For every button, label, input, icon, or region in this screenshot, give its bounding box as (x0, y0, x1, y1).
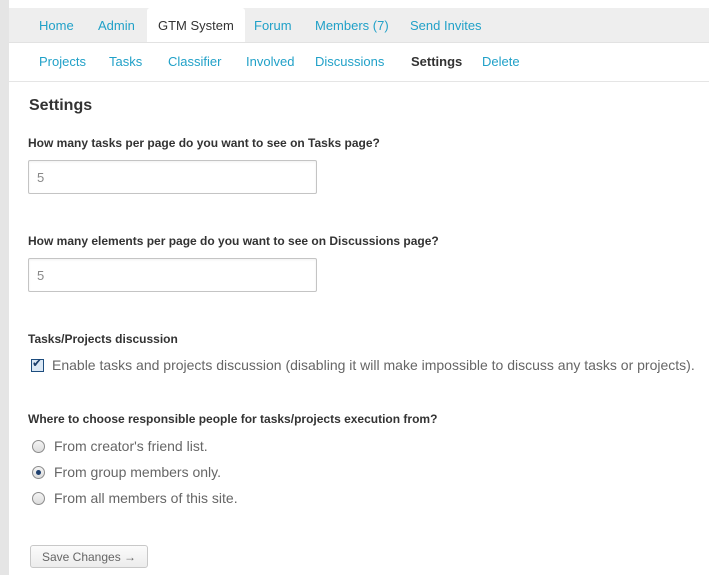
discussion-section-label: Tasks/Projects discussion (28, 332, 178, 346)
option-group-members-radio[interactable] (32, 465, 45, 479)
checkmark-icon: ✔ (32, 355, 43, 370)
save-changes-button[interactable]: Save Changes → (30, 545, 148, 568)
top-nav: Home Admin GTM System Forum Members (7) … (9, 8, 709, 43)
top-nav-admin[interactable]: Admin (98, 8, 135, 42)
sub-nav-classifier[interactable]: Classifier (168, 43, 221, 81)
option-creator-friends-radio[interactable] (32, 439, 45, 453)
sub-nav-discussions[interactable]: Discussions (315, 43, 384, 81)
sub-nav-projects[interactable]: Projects (39, 43, 86, 81)
responsible-section-label: Where to choose responsible people for t… (28, 412, 438, 426)
enable-discussion-row: ✔ Enable tasks and projects discussion (… (31, 355, 695, 373)
tasks-per-page-label: How many tasks per page do you want to s… (28, 136, 380, 150)
enable-discussion-checkbox[interactable]: ✔ (31, 355, 44, 372)
discussions-per-page-label: How many elements per page do you want t… (28, 234, 439, 248)
sub-nav-delete[interactable]: Delete (482, 43, 520, 81)
tasks-per-page-input[interactable] (28, 160, 317, 194)
left-border-strip (0, 0, 9, 575)
option-group-members-label[interactable]: From group members only. (54, 464, 221, 480)
top-nav-members[interactable]: Members (7) (315, 8, 389, 42)
top-nav-forum[interactable]: Forum (254, 8, 292, 42)
option-creator-friends-row: From creator's friend list. (32, 438, 208, 454)
enable-discussion-label[interactable]: Enable tasks and projects discussion (di… (52, 357, 695, 373)
top-nav-send-invites[interactable]: Send Invites (410, 8, 482, 42)
sub-nav-tasks[interactable]: Tasks (109, 43, 142, 81)
sub-nav-involved[interactable]: Involved (246, 43, 294, 81)
top-nav-home[interactable]: Home (39, 8, 74, 42)
sub-nav: Projects Tasks Classifier Involved Discu… (9, 43, 709, 82)
option-all-members-label[interactable]: From all members of this site. (54, 490, 238, 506)
option-creator-friends-label[interactable]: From creator's friend list. (54, 438, 208, 454)
option-all-members-radio[interactable] (32, 491, 45, 505)
discussions-per-page-input[interactable] (28, 258, 317, 292)
option-group-members-row: From group members only. (32, 464, 221, 480)
option-all-members-row: From all members of this site. (32, 490, 238, 506)
top-nav-gtm-system[interactable]: GTM System (147, 8, 245, 42)
sub-nav-settings[interactable]: Settings (411, 43, 462, 81)
page-title: Settings (29, 97, 93, 114)
